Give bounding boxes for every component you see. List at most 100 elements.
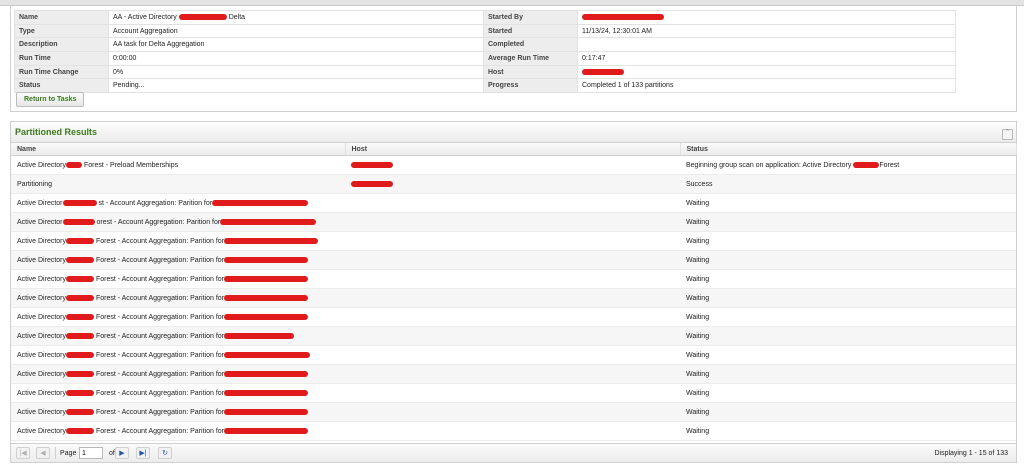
row-status-cell: Waiting: [680, 364, 1016, 384]
first-page-icon[interactable]: |◀: [16, 447, 30, 459]
row-status-cell: Beginning group scan on application: Act…: [680, 155, 1016, 175]
table-row[interactable]: Active Directory Forest - Account Aggreg…: [11, 288, 1016, 308]
row-name-cell: Active Director orest - Account Aggregat…: [11, 212, 345, 232]
row-host-cell: [345, 364, 680, 384]
detail-value: AA task for Delta Aggregation: [108, 37, 484, 53]
row-name-cell: Active Directory Forest - Preload Member…: [11, 155, 345, 175]
detail-label: Started: [483, 23, 578, 39]
displaying-count: Displaying 1 - 15 of 133: [934, 450, 1008, 457]
row-status-cell: Waiting: [680, 383, 1016, 403]
results-title: Partitioned Results: [15, 127, 98, 137]
detail-row: Description AA task for Delta Aggregation…: [14, 37, 956, 53]
row-name-text: Forest - Account Aggregation: Parition f…: [95, 313, 224, 321]
detail-row: Run Time 0:00:00 Average Run Time 0:17:47: [14, 51, 956, 66]
row-name-text: Active Directory: [17, 313, 67, 321]
row-status-cell: Waiting: [680, 326, 1016, 346]
redaction-mark: [62, 218, 95, 225]
row-status-text: Waiting: [686, 218, 710, 226]
table-row[interactable]: Active Director st - Account Aggregation…: [11, 193, 1016, 213]
table-row[interactable]: Active Directory Forest - Account Aggreg…: [11, 326, 1016, 346]
detail-value-suffix: Delta: [228, 13, 246, 21]
detail-value-text: 0%: [113, 68, 124, 76]
detail-value: [577, 64, 956, 80]
row-name-cell: Active Directory Forest - Account Aggreg…: [11, 288, 345, 308]
redaction-mark: [66, 351, 95, 358]
page-label: Page: [60, 450, 77, 457]
redaction-mark: [223, 408, 308, 415]
detail-label: Run Time Change: [14, 64, 109, 80]
row-status-cell: Waiting: [680, 193, 1016, 213]
row-status-text: Beginning group scan on application: Act…: [686, 161, 852, 169]
detail-value: Completed 1 of 133 partitions: [577, 78, 956, 94]
previous-page-icon[interactable]: ◀: [36, 447, 50, 459]
last-page-icon[interactable]: ▶|: [136, 447, 150, 459]
refresh-icon[interactable]: ↻: [158, 447, 172, 459]
table-row[interactable]: Active Directory Forest - Account Aggreg…: [11, 231, 1016, 251]
row-name-cell: Active Directory Forest - Account Aggreg…: [11, 326, 345, 346]
column-header-name[interactable]: Name: [11, 143, 346, 156]
row-host-cell: [345, 345, 680, 365]
detail-value-text: Account Aggregation: [113, 27, 178, 35]
row-host-cell: [345, 288, 680, 308]
detail-value-text: Pending...: [113, 82, 145, 90]
detail-value-text: 0:17:47: [582, 54, 606, 62]
table-row[interactable]: Partitioning Success: [11, 174, 1016, 194]
row-status-cell: Waiting: [680, 212, 1016, 232]
row-status-text: Waiting: [686, 294, 710, 302]
row-host-cell: [345, 250, 680, 270]
column-header-host[interactable]: Host: [345, 143, 681, 156]
row-status-text: Waiting: [686, 332, 710, 340]
redaction-mark: [582, 68, 624, 75]
table-row[interactable]: Active Directory Forest - Account Aggreg…: [11, 250, 1016, 270]
table-row[interactable]: Active Directory Forest - Account Aggreg…: [11, 269, 1016, 289]
table-row[interactable]: Active Directory Forest - Account Aggreg…: [11, 421, 1016, 441]
row-name-cell: Partitioning: [11, 174, 345, 194]
detail-label: Description: [14, 37, 109, 53]
redaction-mark: [178, 14, 227, 20]
table-row[interactable]: Active Directory Forest - Account Aggreg…: [11, 383, 1016, 403]
row-name-text: Active Directory: [17, 332, 67, 340]
detail-label: Status: [14, 78, 109, 94]
row-name-text: Forest - Account Aggregation: Parition f…: [95, 332, 224, 340]
table-row[interactable]: Active Directory Forest - Account Aggreg…: [11, 364, 1016, 384]
row-name-text: Active Directory: [17, 256, 67, 264]
row-status-cell: Waiting: [680, 345, 1016, 365]
redaction-mark: [66, 161, 83, 168]
row-name-text: Active Directory: [17, 389, 67, 397]
row-name-cell: Active Directory Forest - Account Aggreg…: [11, 231, 345, 251]
detail-value: 11/13/24, 12:30:01 AM: [577, 23, 956, 39]
row-host-cell: [345, 212, 680, 232]
collapse-icon[interactable]: ˆ: [1002, 129, 1013, 140]
column-header-status[interactable]: Status: [680, 143, 1017, 156]
table-row[interactable]: Active Directory Forest - Account Aggreg…: [11, 402, 1016, 422]
row-host-cell: [345, 174, 680, 194]
row-status-text: Waiting: [686, 389, 710, 397]
results-header: Partitioned Results ˆ: [11, 122, 1016, 143]
row-name-text: Active Director: [17, 218, 63, 226]
detail-value: 0:00:00: [108, 51, 484, 66]
next-page-icon[interactable]: ▶: [115, 447, 129, 459]
row-name-text: Active Directory: [17, 275, 67, 283]
row-name-text: Forest - Account Aggregation: Parition f…: [95, 389, 224, 397]
redaction-mark: [582, 14, 664, 20]
table-row[interactable]: Active Directory Forest - Preload Member…: [11, 155, 1016, 175]
row-name-text: Active Directory: [17, 370, 67, 378]
table-row[interactable]: Active Directory Forest - Account Aggreg…: [11, 345, 1016, 365]
redaction-mark: [223, 351, 310, 358]
row-name-cell: Active Directory Forest - Account Aggreg…: [11, 345, 345, 365]
return-to-tasks-button[interactable]: Return to Tasks: [16, 92, 85, 107]
row-host-cell: [345, 383, 680, 403]
row-status-text: Forest: [879, 161, 900, 169]
detail-value-text: AA task for Delta Aggregation: [113, 41, 205, 49]
row-name-text: Forest - Account Aggregation: Parition f…: [95, 237, 224, 245]
row-status-cell: Waiting: [680, 269, 1016, 289]
row-name-cell: Active Directory Forest - Account Aggreg…: [11, 307, 345, 327]
redaction-mark: [66, 389, 95, 396]
row-status-cell: Waiting: [680, 421, 1016, 441]
page-number-input[interactable]: [79, 447, 103, 459]
row-status-text: Waiting: [686, 427, 710, 435]
row-name-text: st - Account Aggregation: Parition for: [98, 199, 213, 207]
table-row[interactable]: Active Director orest - Account Aggregat…: [11, 212, 1016, 232]
table-row[interactable]: Active Directory Forest - Account Aggreg…: [11, 307, 1016, 327]
row-status-cell: Success: [680, 174, 1016, 194]
